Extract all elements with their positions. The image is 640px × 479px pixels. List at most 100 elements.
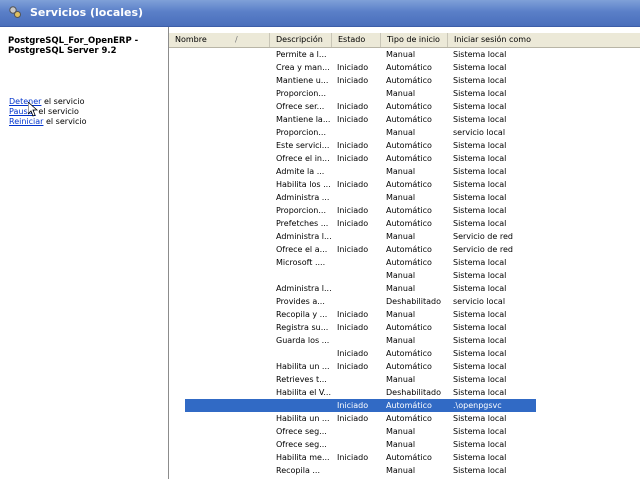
service-startup-type: Automático — [386, 154, 432, 163]
column-name[interactable]: Nombre / — [169, 33, 270, 47]
service-description: Provides a... — [276, 297, 325, 306]
column-logon-as[interactable]: Iniciar sesión como — [448, 33, 640, 47]
service-description: Prefetches ... — [276, 219, 329, 228]
service-startup-type: Manual — [386, 89, 416, 98]
service-state: Iniciado — [337, 310, 369, 319]
service-state: Iniciado — [337, 63, 369, 72]
service-startup-type: Manual — [386, 336, 416, 345]
service-description: Habilita el V... — [276, 388, 332, 397]
table-row[interactable]: Escritorio remoto c...Permite a l...Manu… — [169, 48, 640, 61]
table-row[interactable]: Portable Media Seri...Retrieves t...Manu… — [169, 373, 640, 386]
service-description: Habilita los ... — [276, 180, 331, 189]
stop-action-text: el servicio — [41, 97, 85, 106]
table-row[interactable]: Horario de WindowsMantiene la...Iniciado… — [169, 113, 640, 126]
table-row[interactable]: Notificación de suc...Registra su...Inic… — [169, 321, 640, 334]
table-row[interactable]: Registros y alertas...Recopila ...Manual… — [169, 464, 640, 477]
table-row[interactable]: Programador de tar...Habilita un ...Inic… — [169, 412, 640, 425]
service-startup-type: Manual — [386, 271, 416, 280]
table-row[interactable]: Estación de trabajoCrea y man...Iniciado… — [169, 61, 640, 74]
service-startup-type: Automático — [386, 206, 432, 215]
service-startup-type: Automático — [386, 245, 432, 254]
table-row[interactable]: Firewall de Window...Ofrece ser...Inicia… — [169, 100, 640, 113]
service-description: Crea y man... — [276, 63, 330, 72]
service-description: Registra su... — [276, 323, 329, 332]
table-row[interactable]: Microsoft .NET Fra...Microsoft ....Autom… — [169, 256, 640, 269]
service-logon-as: Sistema local — [453, 388, 507, 397]
table-row[interactable]: Instrumental de ad...Proporcion...Inicia… — [169, 204, 640, 217]
service-startup-type: Automático — [386, 258, 432, 267]
table-row[interactable]: Plug and PlayHabilita un ...IniciadoAuto… — [169, 360, 640, 373]
service-startup-type: Automático — [386, 219, 432, 228]
service-state: Iniciado — [337, 349, 369, 358]
service-logon-as: Sistema local — [453, 154, 507, 163]
service-logon-as: Sistema local — [453, 427, 507, 436]
service-description: Administra ... — [276, 193, 330, 202]
table-row[interactable]: Iniciador de proces...Ofrece el in...Ini… — [169, 152, 640, 165]
service-startup-type: Automático — [386, 401, 432, 410]
service-description: Retrieves t... — [276, 375, 327, 384]
table-row[interactable]: Examinador de equi...Mantiene u...Inicia… — [169, 74, 640, 87]
table-row[interactable]: PortafoliosHabilita el V...Deshabilitado… — [169, 386, 640, 399]
service-logon-as: Sistema local — [453, 115, 507, 124]
service-startup-type: Manual — [386, 310, 416, 319]
service-description: Permite a l... — [276, 50, 327, 59]
service-logon-as: Sistema local — [453, 336, 507, 345]
services-gear-icon — [9, 6, 21, 18]
table-row[interactable]: Instantáneas de vo...Administra ...Manua… — [169, 191, 640, 204]
service-startup-type: Manual — [386, 128, 416, 137]
services-list[interactable]: Nombre / Descripción Estado Tipo de inici… — [168, 27, 640, 479]
service-logon-as: Sistema local — [453, 375, 507, 384]
table-row[interactable]: Office Source EngineGuarda los ...Manual… — [169, 334, 640, 347]
service-startup-type: Automático — [386, 180, 432, 189]
table-row[interactable]: MS Software Shado...Administra l...Manua… — [169, 282, 640, 295]
service-startup-type: Manual — [386, 427, 416, 436]
table-row[interactable]: Java Quick StarterPrefetches ...Iniciado… — [169, 217, 640, 230]
service-state: Iniciado — [337, 453, 369, 462]
service-logon-as: Sistema local — [453, 310, 507, 319]
table-row[interactable]: Extensiones de con...Proporcion...Manual… — [169, 87, 640, 100]
service-description: Recopila y ... — [276, 310, 328, 319]
column-name-label: Nombre — [175, 35, 207, 44]
service-description: Proporcion... — [276, 206, 326, 215]
restart-service-link[interactable]: Reiniciar — [9, 117, 43, 126]
service-description: Ofrece seg... — [276, 427, 327, 436]
pause-action: Pausar el servicio — [9, 107, 87, 117]
table-row[interactable]: Localizador de llam...Administra l...Man… — [169, 230, 640, 243]
service-state: Iniciado — [337, 414, 369, 423]
table-row[interactable]: Registro de sucesosHabilita me...Iniciad… — [169, 451, 640, 464]
service-logon-as: Sistema local — [453, 466, 507, 475]
service-logon-as: Sistema local — [453, 76, 507, 85]
table-row[interactable]: HTTP SSLEste servici...IniciadoAutomátic… — [169, 139, 640, 152]
table-row[interactable]: Mozilla Maintenanc...ManualSistema local — [169, 269, 640, 282]
service-startup-type: Manual — [386, 167, 416, 176]
service-state: Iniciado — [337, 206, 369, 215]
column-state[interactable]: Estado — [332, 33, 381, 47]
table-row[interactable]: Llamada a procedim...Ofrece el a...Inici… — [169, 243, 640, 256]
service-logon-as: Sistema local — [453, 63, 507, 72]
service-logon-as: Sistema local — [453, 219, 507, 228]
table-row[interactable]: Inicio de sesión sec...Habilita los ...I… — [169, 178, 640, 191]
service-logon-as: Sistema local — [453, 193, 507, 202]
table-row[interactable]: Proveedor de comp...Ofrece seg...ManualS… — [169, 425, 640, 438]
table-row[interactable]: Inicio de sesión en ...Admite la ...Manu… — [169, 165, 640, 178]
table-row[interactable]: Host de dispositivo ...Proporcion...Manu… — [169, 126, 640, 139]
service-startup-type: Manual — [386, 466, 416, 475]
table-row-selected[interactable]: PostgreSQL_For_O...IniciadoAutomático.\o… — [169, 399, 640, 412]
window-title: Servicios (locales) — [30, 6, 144, 19]
pause-action-text: el servicio — [35, 107, 79, 116]
service-startup-type: Automático — [386, 362, 432, 371]
restart-action: Reiniciar el servicio — [9, 117, 87, 127]
column-header: Nombre / Descripción Estado Tipo de inici… — [169, 33, 640, 48]
table-row[interactable]: Net.Tcp Port Sharin...Provides a...Desha… — [169, 295, 640, 308]
column-startup-type[interactable]: Tipo de inicio — [381, 33, 448, 47]
table-row[interactable]: NLA (Network Loca...Recopila y ...Inicia… — [169, 308, 640, 321]
table-row[interactable]: QoS RSVPOfrece seg...ManualSistema local — [169, 438, 640, 451]
table-row[interactable]: OpenERP Server 7.0IniciadoAutomáticoSist… — [169, 347, 640, 360]
service-state: Iniciado — [337, 245, 369, 254]
service-startup-type: Automático — [386, 115, 432, 124]
service-logon-as: Sistema local — [453, 271, 507, 280]
column-description[interactable]: Descripción — [270, 33, 332, 47]
service-startup-type: Automático — [386, 323, 432, 332]
service-logon-as: Sistema local — [453, 453, 507, 462]
service-logon-as: servicio local — [453, 297, 506, 306]
